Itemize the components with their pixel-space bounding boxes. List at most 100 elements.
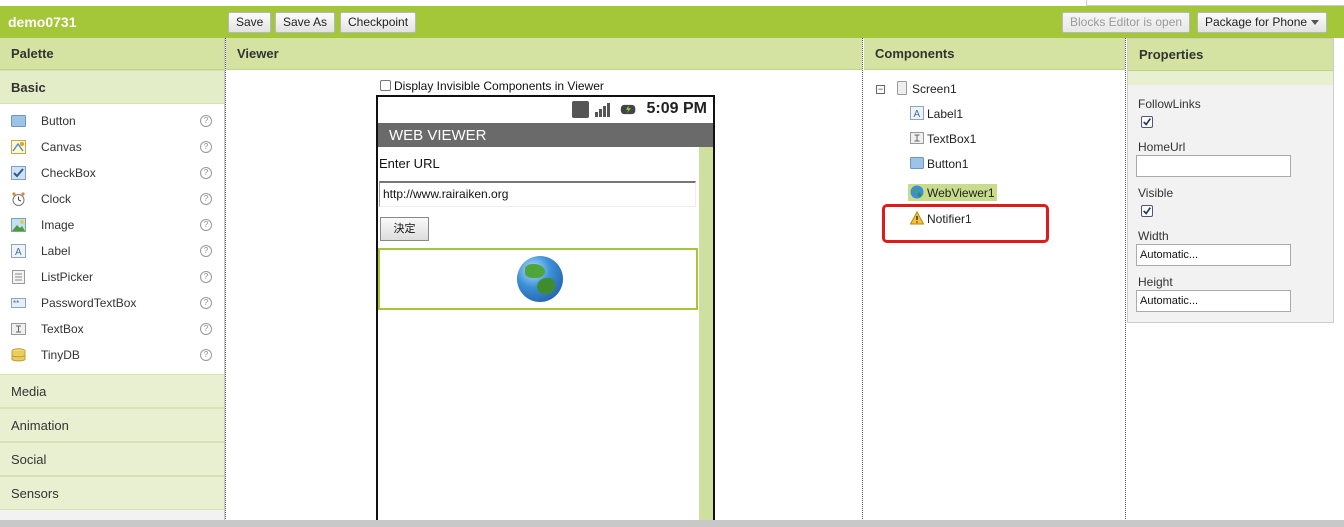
palette-item-textbox[interactable]: TextBox ? (0, 316, 224, 342)
signal-icon (595, 103, 610, 117)
display-invisible-checkbox[interactable] (380, 80, 391, 91)
prop-visible-label: Visible (1138, 186, 1174, 200)
webviewer-icon (910, 185, 924, 199)
package-label: Package for Phone (1205, 15, 1308, 29)
package-for-phone-button[interactable]: Package for Phone (1197, 12, 1328, 33)
selection-highlight-box (882, 204, 1049, 243)
display-invisible-label: Display Invisible Components in Viewer (394, 79, 604, 93)
blocks-editor-button[interactable]: Blocks Editor is open (1062, 12, 1191, 33)
checkpoint-button[interactable]: Checkpoint (340, 12, 417, 33)
passwordtextbox-icon: ** (11, 298, 26, 308)
properties-subheader (1128, 71, 1333, 85)
project-name: demo0731 (8, 14, 77, 30)
svg-text:**: ** (13, 299, 19, 308)
display-invisible-row[interactable]: Display Invisible Components in Viewer (380, 79, 604, 93)
tree-node-label: Screen1 (912, 82, 957, 96)
label-icon: A (11, 244, 26, 258)
palette-item-passwordtextbox[interactable]: ** PasswordTextBox ? (0, 290, 224, 316)
save-as-button[interactable]: Save As (275, 12, 336, 33)
prop-followlinks-checkbox[interactable] (1141, 116, 1153, 128)
palette-item-label: Canvas (41, 140, 82, 154)
collapse-icon[interactable]: − (876, 85, 885, 94)
help-icon[interactable]: ? (200, 115, 212, 127)
label1-enter-url[interactable]: Enter URL (379, 156, 440, 171)
palette-section-social[interactable]: Social (0, 442, 224, 476)
prop-height-input[interactable]: Automatic... (1136, 290, 1291, 312)
palette-item-canvas[interactable]: Canvas ? (0, 134, 224, 160)
listpicker-icon (12, 270, 25, 284)
palette-item-label[interactable]: A Label ? (0, 238, 224, 264)
button1-kettei[interactable]: 決定 (380, 217, 429, 241)
prop-homeurl-input[interactable] (1136, 155, 1291, 177)
properties-title: Properties (1128, 39, 1333, 71)
palette-item-label: PasswordTextBox (41, 296, 137, 310)
chevron-down-icon (1311, 20, 1320, 26)
help-icon[interactable]: ? (200, 349, 212, 361)
help-icon[interactable]: ? (200, 167, 212, 179)
palette-item-label: TextBox (41, 322, 84, 336)
phone-status-bar: 5:09 PM (378, 97, 713, 123)
properties-panel: Properties FollowLinks HomeUrl Visible W… (1127, 38, 1334, 323)
textbox-icon (11, 323, 26, 335)
svg-text:A: A (914, 109, 921, 120)
palette-section-sensors[interactable]: Sensors (0, 476, 224, 510)
tree-node-screen1[interactable]: Screen1 (895, 81, 957, 96)
tree-node-button1[interactable]: Button1 (910, 156, 968, 171)
components-title: Components (864, 38, 1125, 70)
palette-list: Button ? Canvas ? CheckBox ? Clock ? Ima… (0, 104, 224, 374)
battery-icon (620, 104, 636, 115)
palette-item-label: Image (41, 218, 75, 232)
palette-section-basic[interactable]: Basic (0, 70, 224, 104)
prop-homeurl-label: HomeUrl (1138, 140, 1186, 154)
prop-visible-checkbox[interactable] (1141, 205, 1153, 217)
palette-title: Palette (0, 38, 224, 70)
textbox1-url[interactable]: http://www.rairaiken.org (379, 181, 696, 207)
palette-item-label: Button (41, 114, 76, 128)
save-button[interactable]: Save (228, 12, 272, 33)
help-icon[interactable]: ? (200, 193, 212, 205)
image-icon (11, 218, 26, 232)
palette-item-image[interactable]: Image ? (0, 212, 224, 238)
phone-scrollbar[interactable] (699, 147, 713, 525)
help-icon[interactable]: ? (200, 297, 212, 309)
webviewer1-preview[interactable] (378, 248, 698, 310)
svg-text:A: A (15, 247, 22, 258)
viewer-title: Viewer (226, 38, 862, 70)
palette-panel: Palette Basic Button ? Canvas ? CheckBox… (0, 38, 225, 523)
palette-item-label: TinyDB (41, 348, 80, 362)
palette-section-media[interactable]: Media (0, 374, 224, 408)
screen-icon (897, 81, 907, 95)
palette-item-label: Clock (41, 192, 72, 206)
components-panel: Components − Screen1 A Label1 TextBox1 Bu… (864, 38, 1126, 523)
tree-node-label: WebViewer1 (927, 186, 995, 200)
tree-node-label: TextBox1 (927, 132, 977, 146)
tree-node-label: Label1 (927, 107, 964, 121)
tree-node-label1[interactable]: A Label1 (910, 106, 963, 121)
palette-section-animation[interactable]: Animation (0, 408, 224, 442)
palette-item-listpicker[interactable]: ListPicker ? (0, 264, 224, 290)
prop-height-label: Height (1138, 275, 1173, 289)
palette-item-label: Label (41, 244, 71, 258)
status-time: 5:09 PM (646, 100, 707, 117)
checkbox-icon (11, 166, 26, 180)
help-icon[interactable]: ? (200, 141, 212, 153)
help-icon[interactable]: ? (200, 245, 212, 257)
palette-item-button[interactable]: Button ? (0, 108, 224, 134)
palette-item-checkbox[interactable]: CheckBox ? (0, 160, 224, 186)
clock-icon (12, 192, 25, 206)
tree-node-webviewer1[interactable]: WebViewer1 (908, 184, 997, 201)
screen-title: WEB VIEWER (378, 123, 713, 147)
prop-followlinks-label: FollowLinks (1138, 97, 1201, 111)
palette-item-tinydb[interactable]: TinyDB ? (0, 342, 224, 368)
palette-item-clock[interactable]: Clock ? (0, 186, 224, 212)
button-icon (11, 115, 26, 127)
help-icon[interactable]: ? (200, 323, 212, 335)
tree-node-textbox1[interactable]: TextBox1 (910, 131, 976, 146)
palette-item-label: CheckBox (41, 166, 96, 180)
help-icon[interactable]: ? (200, 219, 212, 231)
prop-width-input[interactable]: Automatic... (1136, 244, 1291, 266)
help-icon[interactable]: ? (200, 271, 212, 283)
tree-node-label: Button1 (927, 157, 969, 171)
label-icon: A (910, 106, 924, 120)
bottom-strip (0, 520, 1344, 527)
